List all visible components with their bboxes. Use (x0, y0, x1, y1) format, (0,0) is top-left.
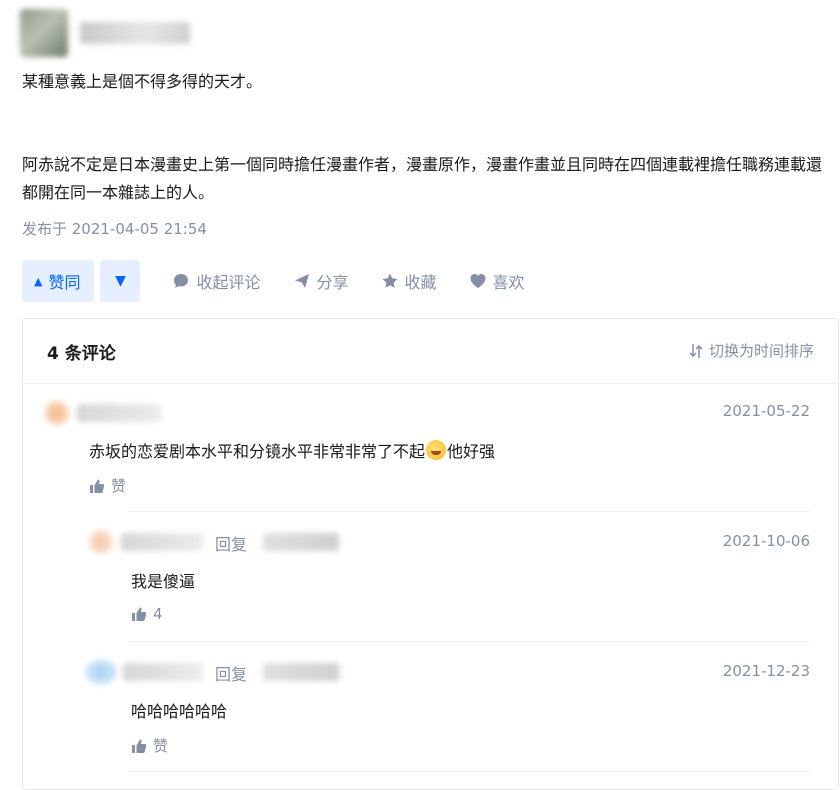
username-redacted[interactable] (77, 404, 161, 422)
post-paragraph-1: 某種意義上是個不得多得的天才。 (22, 72, 263, 91)
upvote-button[interactable]: ▲ 赞同 (22, 260, 95, 302)
avatar[interactable] (45, 401, 69, 425)
share-icon (294, 274, 309, 288)
thumb-up-icon (90, 479, 105, 493)
comment-text: 我是傻逼 (131, 572, 196, 591)
action-bar: ▲ 赞同 ▼ 收起评论 分享 收藏 喜欢 (22, 260, 525, 302)
downvote-button[interactable]: ▼ (100, 260, 141, 302)
post-paragraph-2: 阿赤說不定是日本漫畫史上第一個同時擔任漫畫作者，漫畫原作，漫畫作畫並且同時在四個… (22, 155, 823, 202)
username-redacted[interactable] (121, 533, 203, 551)
sort-label: 切换为时间排序 (708, 342, 814, 360)
publish-time: 发布于 2021-04-05 21:54 (22, 220, 207, 238)
divider (129, 771, 810, 772)
avatar[interactable] (85, 660, 117, 684)
thumb-up-icon (132, 607, 147, 621)
triangle-down-icon: ▼ (115, 273, 126, 289)
reply-label: 回复 (215, 665, 248, 684)
reply-label: 回复 (215, 535, 248, 554)
collapse-comments-label: 收起评论 (196, 273, 261, 292)
divider (129, 511, 810, 512)
comment-text: 赤坂的恋爱剧本水平和分镜水平非常非常了不起 他好强 (89, 438, 495, 462)
upvote-label: 赞同 (48, 273, 81, 292)
reply-target-redacted[interactable] (263, 533, 339, 551)
sort-icon (689, 343, 703, 358)
triangle-up-icon: ▲ (34, 274, 43, 288)
comment-date: 2021-12-23 (722, 662, 810, 680)
comment-like-count: 4 (153, 605, 163, 623)
comments-panel: 4 条评论 切换为时间排序 2021-05-22 赤坂的恋爱剧本水平和分镜水平非… (22, 318, 839, 790)
comment-like-button[interactable]: 赞 (131, 735, 168, 756)
comment-icon (174, 274, 189, 288)
author-avatar[interactable] (20, 9, 68, 57)
like-button[interactable]: 喜欢 (469, 269, 525, 293)
comment-like-button[interactable]: 4 (131, 605, 163, 623)
collapse-comments-button[interactable]: 收起评论 (172, 269, 261, 293)
comment-text: 哈哈哈哈哈哈 (131, 702, 228, 721)
comment-date: 2021-10-06 (722, 532, 810, 550)
reply-target-redacted[interactable] (263, 663, 339, 681)
heart-icon (470, 274, 486, 288)
comment-like-label: 赞 (111, 477, 127, 495)
comments-header: 4 条评论 切换为时间排序 (23, 319, 838, 384)
share-button[interactable]: 分享 (293, 269, 349, 293)
star-icon (382, 273, 398, 288)
like-label: 喜欢 (492, 273, 525, 292)
thumb-up-icon (132, 739, 147, 753)
sort-toggle-button[interactable]: 切换为时间排序 (689, 340, 814, 361)
comment-like-button[interactable]: 赞 (89, 475, 126, 496)
favorite-button[interactable]: 收藏 (381, 269, 437, 293)
favorite-label: 收藏 (404, 273, 437, 292)
comment-text-part: 赤坂的恋爱剧本水平和分镜水平非常非常了不起 (89, 442, 426, 461)
comment-date: 2021-05-22 (722, 402, 810, 420)
laughing-emoji-icon (426, 440, 447, 460)
author-header (20, 8, 190, 58)
share-label: 分享 (316, 273, 349, 292)
comment-count: 4 条评论 (47, 344, 116, 364)
comment-text-part: 他好强 (447, 442, 496, 461)
divider (129, 641, 810, 642)
avatar[interactable] (89, 530, 113, 554)
username-redacted[interactable] (123, 663, 203, 681)
comment-like-label: 赞 (153, 737, 169, 755)
author-name-redacted[interactable] (80, 22, 190, 44)
